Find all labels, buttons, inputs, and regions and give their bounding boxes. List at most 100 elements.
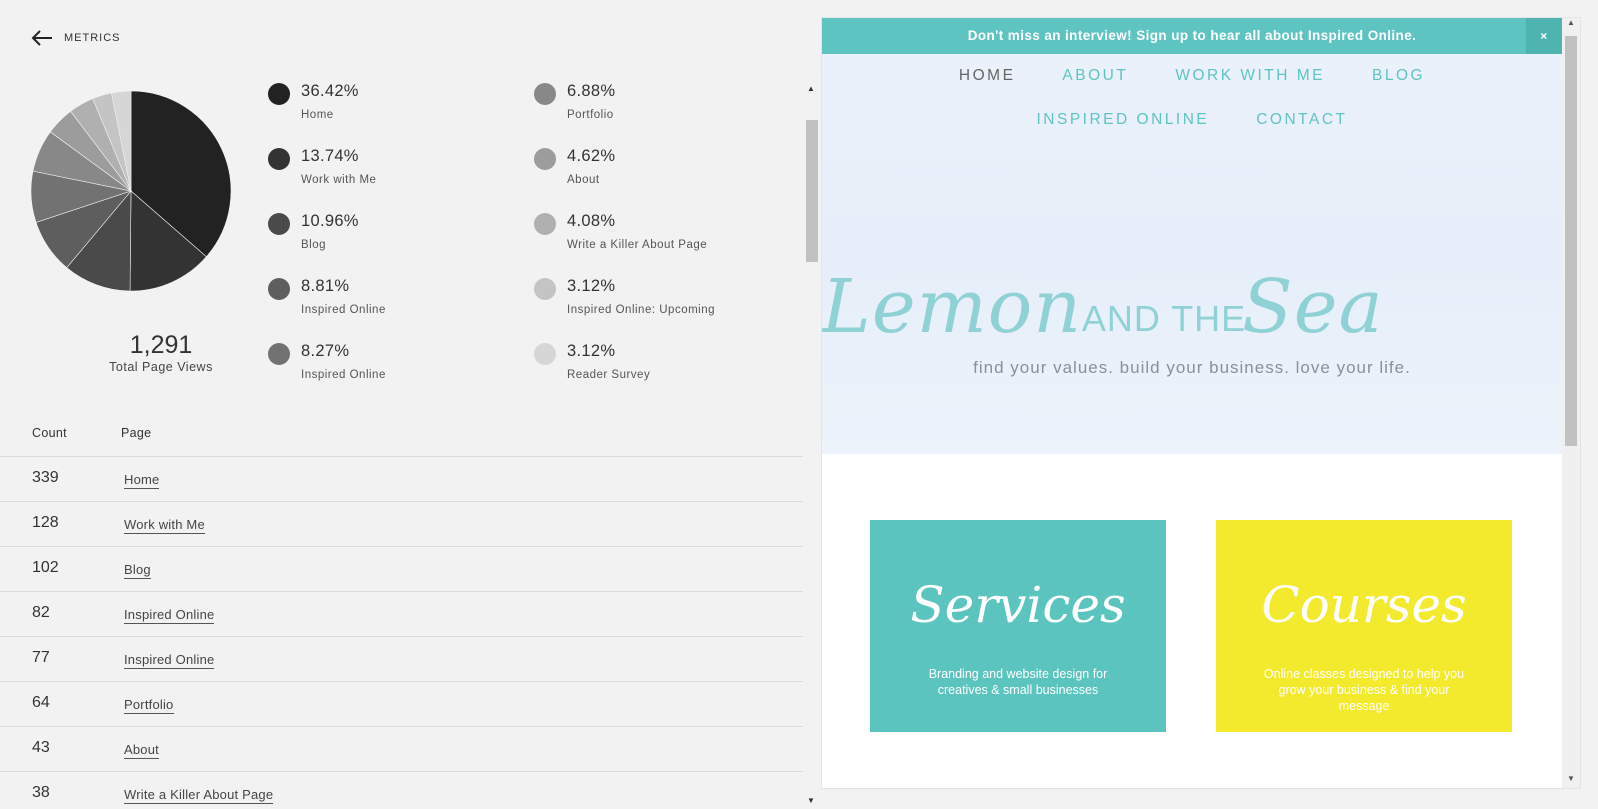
legend-label: About xyxy=(567,174,600,186)
services-card[interactable]: Services Branding and website design for… xyxy=(870,520,1166,732)
row-page-link[interactable]: Home xyxy=(124,472,160,489)
logo-text-lemon: Lemon xyxy=(822,264,1082,350)
row-count: 102 xyxy=(32,559,59,576)
courses-title: Courses xyxy=(1261,576,1466,634)
scroll-down-arrow-icon[interactable]: ▼ xyxy=(1567,774,1575,783)
legend-swatch xyxy=(268,83,290,105)
row-count: 128 xyxy=(32,514,59,531)
legend-percent: 4.08% xyxy=(567,212,616,230)
legend-swatch xyxy=(534,83,556,105)
site-preview: Don't miss an interview! Sign up to hear… xyxy=(821,17,1581,789)
total-count: 1,291 xyxy=(129,331,193,359)
legend-item: 10.96% Blog xyxy=(268,210,518,270)
hero-section: HOME ABOUT WORK WITH ME BLOG INSPIRED ONLIN… xyxy=(822,54,1562,454)
row-count: 64 xyxy=(32,694,50,711)
row-count: 82 xyxy=(32,604,50,621)
legend-swatch xyxy=(268,213,290,235)
scroll-up-arrow-icon[interactable]: ▲ xyxy=(807,84,815,93)
page-views-table: Count Page 339 Home 128 Work with Me 102 Blog… xyxy=(0,412,803,809)
site-tagline: find your values. build your business. l… xyxy=(973,358,1411,377)
table-body: 339 Home 128 Work with Me 102 Blog 82 Inspired … xyxy=(0,457,803,809)
table-row: 82 Inspired Online xyxy=(0,592,803,637)
legend-item: 36.42% Home xyxy=(268,80,518,140)
nav-row-secondary: INSPIRED ONLINE CONTACT xyxy=(822,98,1562,142)
table-row: 102 Blog xyxy=(0,547,803,592)
table-header: Count Page xyxy=(0,412,803,457)
row-page-link[interactable]: Blog xyxy=(124,562,151,579)
legend-label: Inspired Online xyxy=(301,304,386,316)
legend-percent: 36.42% xyxy=(301,82,359,100)
announcement-banner[interactable]: Don't miss an interview! Sign up to hear… xyxy=(822,18,1562,54)
legend-swatch xyxy=(268,343,290,365)
legend-label: Blog xyxy=(301,239,327,251)
legend-percent: 3.12% xyxy=(567,342,616,360)
column-header-page: Page xyxy=(121,426,152,440)
legend-item: 8.81% Inspired Online xyxy=(268,275,518,335)
legend-item: 8.27% Inspired Online xyxy=(268,340,518,400)
column-header-count: Count xyxy=(32,426,67,440)
row-page-link[interactable]: Inspired Online xyxy=(124,652,215,669)
legend-percent: 8.27% xyxy=(301,342,350,360)
nav-link-home[interactable]: HOME xyxy=(959,67,1016,85)
chart-legend: 36.42% Home 13.74% Work with Me 10.96% Blog 8.… xyxy=(268,80,768,400)
legend-percent: 3.12% xyxy=(567,277,616,295)
row-page-link[interactable]: Inspired Online xyxy=(124,607,215,624)
nav-link-contact[interactable]: CONTACT xyxy=(1256,111,1347,129)
services-title-text: Services xyxy=(910,576,1125,634)
metrics-scrollbar[interactable]: ▲ ▼ xyxy=(804,78,820,809)
courses-description: Online classes designed to help you grow… xyxy=(1263,667,1465,713)
total-label: Total Page Views xyxy=(109,360,213,374)
back-label: METRICS xyxy=(64,32,121,44)
services-title: Services xyxy=(910,576,1125,634)
scroll-up-arrow-icon[interactable]: ▲ xyxy=(1567,18,1575,27)
legend-percent: 6.88% xyxy=(567,82,616,100)
row-count: 77 xyxy=(32,649,50,666)
table-row: 43 About xyxy=(0,727,803,772)
courses-title-text: Courses xyxy=(1261,576,1466,634)
row-page-link[interactable]: Portfolio xyxy=(124,697,174,714)
legend-label: Inspired Online xyxy=(301,369,386,381)
scrollbar-thumb[interactable] xyxy=(1565,36,1577,446)
legend-swatch xyxy=(534,343,556,365)
legend-swatch xyxy=(534,278,556,300)
total-page-views: 1,291 Total Page Views xyxy=(95,330,227,374)
legend-item: 4.08% Write a Killer About Page xyxy=(534,210,784,270)
site-logo[interactable]: Lemon AND THE Sea xyxy=(822,214,1562,354)
legend-percent: 8.81% xyxy=(301,277,350,295)
row-page-link[interactable]: Work with Me xyxy=(124,517,205,534)
nav-link-inspired-online[interactable]: INSPIRED ONLINE xyxy=(1037,111,1210,129)
table-row: 128 Work with Me xyxy=(0,502,803,547)
row-page-link[interactable]: About xyxy=(124,742,159,759)
preview-scrollbar[interactable]: ▲ ▼ xyxy=(1562,18,1580,788)
nav-link-work-with-me[interactable]: WORK WITH ME xyxy=(1175,67,1325,85)
nav-link-about[interactable]: ABOUT xyxy=(1062,67,1128,85)
legend-swatch xyxy=(268,148,290,170)
logo-text-sea: Sea xyxy=(1242,264,1384,350)
table-row: 38 Write a Killer About Page xyxy=(0,772,803,809)
banner-close-icon[interactable]: × xyxy=(1526,18,1562,54)
legend-label: Reader Survey xyxy=(567,369,651,381)
table-row: 339 Home xyxy=(0,457,803,502)
legend-item: 6.88% Portfolio xyxy=(534,80,784,140)
legend-swatch xyxy=(268,278,290,300)
legend-item: 4.62% About xyxy=(534,145,784,205)
legend-item: 13.74% Work with Me xyxy=(268,145,518,205)
back-button[interactable]: METRICS xyxy=(30,28,121,48)
legend-swatch xyxy=(534,213,556,235)
courses-card[interactable]: Courses Online classes designed to help … xyxy=(1216,520,1512,732)
nav-link-blog[interactable]: BLOG xyxy=(1372,67,1425,85)
nav-row-primary: HOME ABOUT WORK WITH ME BLOG xyxy=(822,54,1562,98)
legend-item: 3.12% Inspired Online: Upcoming xyxy=(534,275,784,335)
page-views-pie-chart xyxy=(30,90,232,292)
legend-label: Work with Me xyxy=(301,174,377,186)
row-count: 38 xyxy=(32,784,50,801)
legend-label: Portfolio xyxy=(567,109,614,121)
row-count: 43 xyxy=(32,739,50,756)
site-nav: HOME ABOUT WORK WITH ME BLOG INSPIRED ONLIN… xyxy=(822,54,1562,142)
scroll-down-arrow-icon[interactable]: ▼ xyxy=(807,796,815,805)
row-page-link[interactable]: Write a Killer About Page xyxy=(124,787,274,804)
legend-label: Home xyxy=(301,109,334,121)
legend-percent: 10.96% xyxy=(301,212,359,230)
scrollbar-thumb[interactable] xyxy=(806,120,818,262)
logo-text-and-the: AND THE xyxy=(1082,298,1246,339)
